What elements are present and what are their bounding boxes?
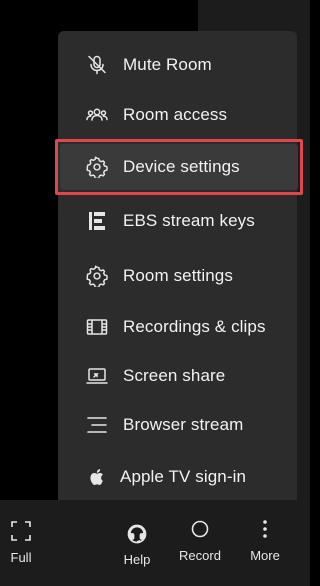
menu-item-screen-share[interactable]: Screen share <box>58 350 297 402</box>
more-button[interactable]: More <box>244 518 286 563</box>
menu-item-label: Mute Room <box>123 55 212 74</box>
fullscreen-button[interactable]: Full <box>4 520 38 565</box>
fullscreen-label: Full <box>10 550 32 565</box>
more-vertical-icon <box>263 520 267 538</box>
menu-item-label: Screen share <box>123 366 226 385</box>
menu-item-label: Room access <box>123 105 228 124</box>
laptop-icon <box>86 365 108 387</box>
ebs-logo-icon <box>86 210 108 232</box>
menu-item-label: Browser stream <box>123 415 244 434</box>
menu-item-mute-room[interactable]: Mute Room <box>58 39 297 91</box>
highlight-box <box>55 139 303 195</box>
mic-off-icon <box>86 54 108 76</box>
fullscreen-icon <box>11 521 31 541</box>
headset-icon <box>127 524 147 544</box>
people-icon <box>86 104 108 126</box>
menu-item-browser-stream[interactable]: Browser stream <box>58 399 297 451</box>
lines-icon <box>86 414 108 436</box>
help-button[interactable]: Help <box>118 522 156 567</box>
film-icon <box>86 316 108 338</box>
apple-icon <box>86 466 108 488</box>
menu-item-recordings-clips[interactable]: Recordings & clips <box>58 301 297 353</box>
record-circle-icon <box>191 520 209 538</box>
gear-icon <box>86 265 108 287</box>
menu-item-room-settings[interactable]: Room settings <box>58 250 297 302</box>
record-label: Record <box>179 548 221 563</box>
menu-item-label: Apple TV sign-in <box>120 467 247 486</box>
menu-item-ebs-stream-keys[interactable]: EBS stream keys <box>58 195 297 247</box>
menu-item-apple-tv-sign-in[interactable]: Apple TV sign-in <box>58 451 297 503</box>
menu-item-label: Recordings & clips <box>123 317 266 336</box>
menu-item-label: Room settings <box>123 266 233 285</box>
more-label: More <box>250 548 280 563</box>
menu-item-label: EBS stream keys <box>123 211 255 230</box>
help-label: Help <box>123 552 151 567</box>
record-button[interactable]: Record <box>174 518 226 563</box>
menu-item-room-access[interactable]: Room access <box>58 89 297 141</box>
